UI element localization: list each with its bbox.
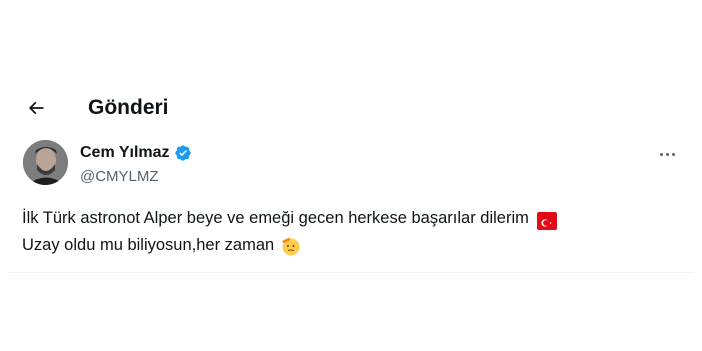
arrow-left-icon	[28, 101, 44, 115]
more-horizontal-icon	[659, 152, 663, 156]
post-header: Gönderi	[0, 86, 702, 130]
more-dot	[665, 152, 669, 156]
more-options-button[interactable]	[654, 144, 680, 164]
turkey-flag-icon	[536, 211, 557, 230]
verified-badge-icon[interactable]	[174, 144, 192, 162]
post-text-line: Uzay oldu mu biliyosun,her zaman	[22, 232, 682, 259]
author-name-row: Cem Yılmaz	[80, 143, 192, 163]
post-text-line: İlk Türk astronot Alper beye ve emeği ge…	[22, 205, 682, 232]
author-display-name[interactable]: Cem Yılmaz	[80, 143, 170, 163]
author-block: Cem Yılmaz @CMYLMZ	[80, 143, 192, 187]
more-dot	[671, 152, 675, 156]
page-title: Gönderi	[88, 96, 169, 119]
back-button[interactable]	[22, 94, 50, 122]
post-text-line-2: Uzay oldu mu biliyosun,her zaman	[22, 236, 275, 254]
post-page: Gönderi Cem Yılmaz @CMYLMZ İlk Türk astr…	[0, 0, 702, 351]
post-text-line-1: İlk Türk astronot Alper beye ve emeği ge…	[22, 209, 529, 227]
avatar-image	[23, 140, 68, 185]
saluting-face-icon	[280, 235, 302, 257]
avatar[interactable]	[23, 140, 68, 185]
author-handle[interactable]: @CMYLMZ	[80, 167, 192, 187]
divider	[8, 272, 694, 273]
post-text: İlk Türk astronot Alper beye ve emeği ge…	[22, 205, 682, 259]
